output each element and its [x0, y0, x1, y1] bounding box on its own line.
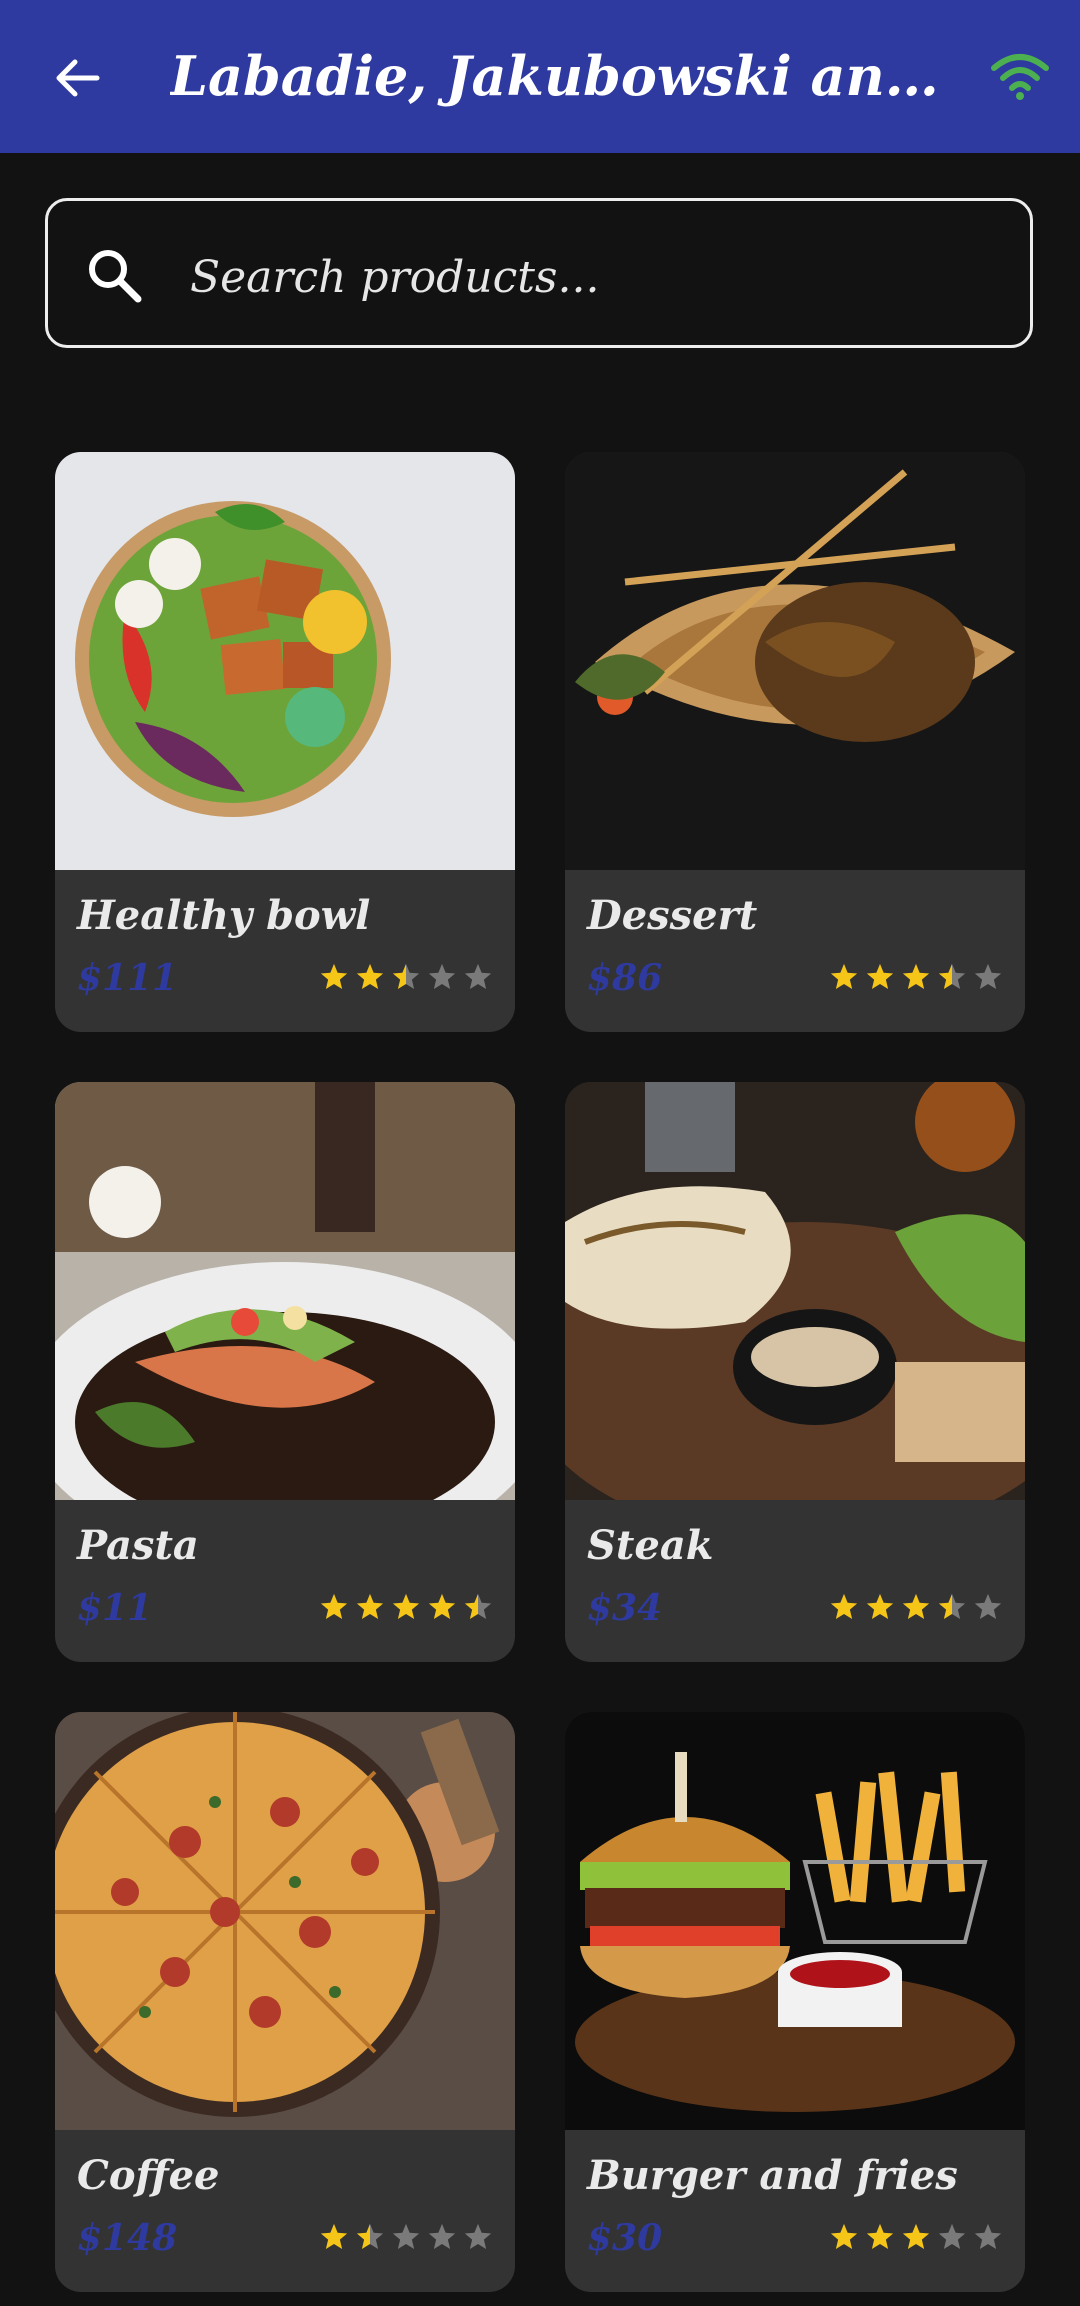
- star-empty-icon: [428, 2223, 456, 2249]
- star-half-icon: [938, 963, 966, 989]
- product-name: Healthy bowl: [77, 892, 371, 939]
- product-image: [55, 452, 515, 870]
- arrow-left-icon: [56, 59, 100, 97]
- product-card[interactable]: Pasta $11: [55, 1082, 515, 1662]
- star-empty-icon: [464, 2223, 492, 2249]
- product-price: $34: [587, 1587, 663, 1629]
- product-card[interactable]: Steak $34: [565, 1082, 1025, 1662]
- star-filled-icon: [866, 1593, 894, 1619]
- product-image: [565, 1082, 1025, 1500]
- star-filled-icon: [830, 1593, 858, 1619]
- star-empty-icon: [974, 1593, 1002, 1619]
- product-name: Coffee: [77, 2152, 220, 2199]
- star-filled-icon: [428, 1593, 456, 1619]
- star-filled-icon: [356, 1593, 384, 1619]
- star-empty-icon: [392, 2223, 420, 2249]
- star-empty-icon: [464, 963, 492, 989]
- wifi-icon: [991, 54, 1049, 100]
- star-half-icon: [464, 1593, 492, 1619]
- product-name: Pasta: [77, 1522, 199, 1569]
- rating-stars: [829, 2222, 1003, 2252]
- rating-stars: [829, 1592, 1003, 1622]
- star-empty-icon: [428, 963, 456, 989]
- star-filled-icon: [866, 963, 894, 989]
- rating-stars: [829, 962, 1003, 992]
- product-price: $148: [77, 2217, 178, 2259]
- search-input[interactable]: [188, 231, 992, 323]
- star-filled-icon: [902, 2223, 930, 2249]
- product-name: Burger and fries: [587, 2152, 958, 2199]
- product-price: $30: [587, 2217, 663, 2259]
- star-filled-icon: [830, 2223, 858, 2249]
- product-card[interactable]: Coffee $148: [55, 1712, 515, 2292]
- product-card[interactable]: Dessert $86: [565, 452, 1025, 1032]
- product-image: [565, 452, 1025, 870]
- star-empty-icon: [974, 2223, 1002, 2249]
- app-bar: Labadie, Jakubowski and...: [0, 0, 1080, 153]
- rating-stars: [319, 962, 493, 992]
- search-bar[interactable]: [45, 198, 1033, 348]
- star-filled-icon: [320, 963, 348, 989]
- star-half-icon: [938, 1593, 966, 1619]
- rating-stars: [319, 1592, 493, 1622]
- star-filled-icon: [356, 963, 384, 989]
- search-icon: [89, 250, 142, 303]
- product-image: [565, 1712, 1025, 2130]
- star-half-icon: [392, 963, 420, 989]
- product-card[interactable]: Burger and fries $30: [565, 1712, 1025, 2292]
- star-filled-icon: [902, 1593, 930, 1619]
- star-filled-icon: [392, 1593, 420, 1619]
- product-name: Steak: [587, 1522, 714, 1569]
- rating-stars: [319, 2222, 493, 2252]
- star-filled-icon: [320, 1593, 348, 1619]
- star-filled-icon: [830, 963, 858, 989]
- product-price: $11: [77, 1587, 153, 1629]
- star-filled-icon: [866, 2223, 894, 2249]
- star-empty-icon: [974, 963, 1002, 989]
- star-half-icon: [356, 2223, 384, 2249]
- product-price: $86: [587, 957, 663, 999]
- product-name: Dessert: [587, 892, 758, 939]
- star-empty-icon: [938, 2223, 966, 2249]
- product-image: [55, 1082, 515, 1500]
- back-button[interactable]: [44, 45, 110, 111]
- star-filled-icon: [320, 2223, 348, 2249]
- product-image: [55, 1712, 515, 2130]
- star-filled-icon: [902, 963, 930, 989]
- product-card[interactable]: Healthy bowl $111: [55, 452, 515, 1032]
- page-title: Labadie, Jakubowski and...: [170, 44, 950, 108]
- product-price: $111: [77, 957, 178, 999]
